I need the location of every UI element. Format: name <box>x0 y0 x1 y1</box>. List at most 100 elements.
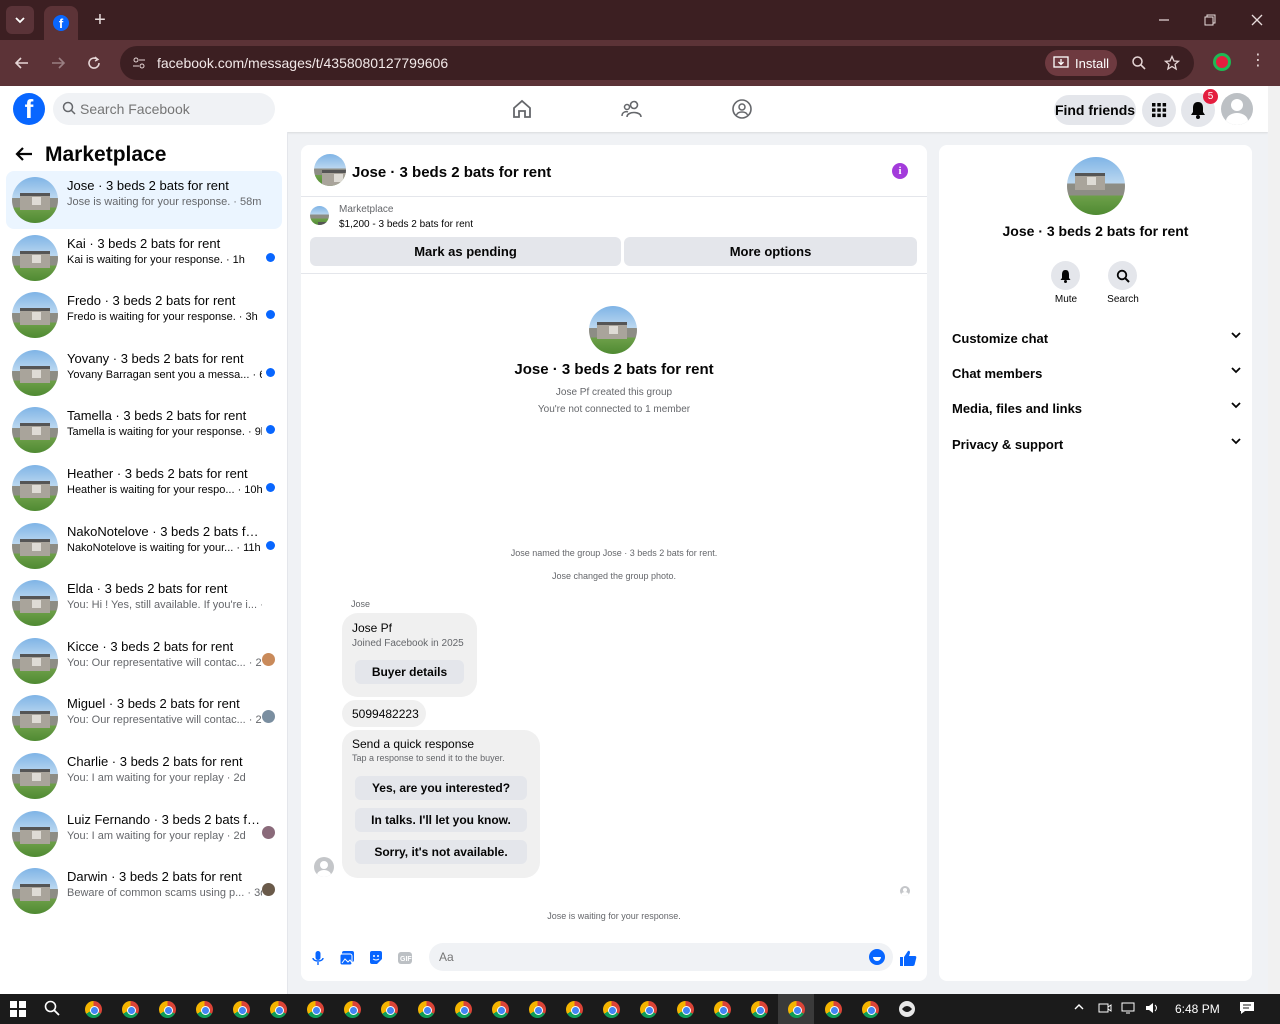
conversation-item[interactable]: Elda · 3 beds 2 bats for rent You: Hi ! Y… <box>6 574 282 632</box>
close-window-button[interactable] <box>1237 6 1277 34</box>
taskbar-chrome-icon[interactable] <box>674 998 696 1020</box>
taskbar-chrome-icon[interactable] <box>415 998 437 1020</box>
message-input[interactable] <box>439 943 859 971</box>
search-in-chat-button[interactable] <box>1108 261 1137 290</box>
taskbar-chrome-icon[interactable] <box>452 998 474 1020</box>
taskbar-chrome-icon[interactable] <box>304 998 326 1020</box>
group-photo[interactable] <box>589 306 637 354</box>
quick-response-option[interactable]: Yes, are you interested? <box>355 776 527 800</box>
conversation-item[interactable]: Kicce · 3 beds 2 bats for rent You: Our r… <box>6 632 282 690</box>
bookmark-star-icon[interactable] <box>1162 53 1182 73</box>
reload-button[interactable] <box>81 50 107 76</box>
tray-chevron-up-icon[interactable] <box>1073 1001 1085 1016</box>
conversation-item[interactable]: Luiz Fernando · 3 beds 2 bats fo... You: … <box>6 805 282 863</box>
privacy-support-section[interactable]: Privacy & support <box>952 434 1242 456</box>
taskbar-chrome-icon[interactable] <box>822 998 844 1020</box>
meet-now-icon[interactable] <box>1098 1001 1112 1018</box>
menu-grid-button[interactable] <box>1142 93 1176 127</box>
taskbar-chrome-icon[interactable] <box>378 998 400 1020</box>
friends-icon[interactable] <box>619 96 645 122</box>
more-options-button[interactable]: More options <box>624 237 917 266</box>
forward-button[interactable] <box>45 50 71 76</box>
taskbar-chrome-icon[interactable] <box>193 998 215 1020</box>
windows-start-icon[interactable] <box>10 1001 26 1017</box>
restore-button[interactable] <box>1190 6 1230 34</box>
taskbar-chrome-icon[interactable] <box>637 998 659 1020</box>
info-icon[interactable]: i <box>892 163 908 179</box>
browser-profile-avatar[interactable] <box>1213 53 1231 71</box>
message-composer[interactable] <box>429 943 893 971</box>
taskbar-search-icon[interactable] <box>44 1000 60 1020</box>
quick-response-option[interactable]: In talks. I'll let you know. <box>355 808 527 832</box>
listing-price-title[interactable]: $1,200 - 3 beds 2 bats for rent <box>339 219 473 230</box>
emoji-icon[interactable] <box>869 949 885 965</box>
conversation-item[interactable]: Charlie · 3 beds 2 bats for rent You: I a… <box>6 747 282 805</box>
conversation-item[interactable]: Tamella · 3 beds 2 bats for rent Tamella … <box>6 401 282 459</box>
conversation-item[interactable]: Miguel · 3 beds 2 bats for rent You: Our … <box>6 689 282 747</box>
media-files-links-section[interactable]: Media, files and links <box>952 398 1242 420</box>
sticker-icon[interactable] <box>367 949 385 967</box>
minimize-button[interactable] <box>1144 6 1184 34</box>
account-avatar[interactable] <box>1221 93 1253 125</box>
conversation-item[interactable]: Heather · 3 beds 2 bats for rent Heather … <box>6 459 282 517</box>
taskbar-chrome-icon[interactable] <box>489 998 511 1020</box>
mute-button[interactable] <box>1051 261 1080 290</box>
taskbar-chrome-icon[interactable] <box>341 998 363 1020</box>
taskbar-clock[interactable]: 6:48 PM <box>1175 1002 1220 1016</box>
browser-menu-icon[interactable]: ⋮ <box>1250 50 1266 70</box>
microphone-icon[interactable] <box>309 949 327 967</box>
home-icon[interactable] <box>509 96 535 122</box>
network-icon[interactable] <box>1121 1001 1137 1018</box>
notification-center-icon[interactable] <box>1239 1001 1255 1018</box>
conversation-item[interactable]: Kai · 3 beds 2 bats for rent Kai is waiti… <box>6 229 282 287</box>
install-app-button[interactable]: Install <box>1045 50 1117 76</box>
zoom-icon[interactable] <box>1129 53 1149 73</box>
taskbar-chrome-icon[interactable] <box>785 998 807 1020</box>
back-arrow-icon[interactable] <box>14 144 34 170</box>
taskbar-chrome-icon[interactable] <box>156 998 178 1020</box>
back-button[interactable] <box>9 50 35 76</box>
conversation-item[interactable]: NakoNotelove · 3 beds 2 bats for... NakoN… <box>6 517 282 575</box>
gif-icon[interactable]: GIF <box>396 949 414 967</box>
taskbar-app-icon[interactable] <box>896 998 918 1020</box>
volume-icon[interactable] <box>1145 1001 1161 1018</box>
taskbar-chrome-icon[interactable] <box>600 998 622 1020</box>
chat-avatar[interactable] <box>314 154 346 186</box>
browser-tab-facebook[interactable]: f <box>44 6 78 40</box>
taskbar-chrome-icon[interactable] <box>267 998 289 1020</box>
url-text[interactable]: facebook.com/messages/t/4358080127799606 <box>157 55 448 71</box>
photo-icon[interactable] <box>338 949 356 967</box>
new-tab-button[interactable]: + <box>88 8 112 32</box>
conversation-item[interactable]: Jose · 3 beds 2 bats for rent Jose is wai… <box>6 171 282 229</box>
search-input[interactable] <box>80 93 270 125</box>
chat-members-section[interactable]: Chat members <box>952 363 1242 385</box>
taskbar-chrome-icon[interactable] <box>526 998 548 1020</box>
chat-title[interactable]: Jose · 3 beds 2 bats for rent <box>352 164 551 181</box>
taskbar-chrome-icon[interactable] <box>563 998 585 1020</box>
customize-chat-section[interactable]: Customize chat <box>952 328 1242 350</box>
thumbs-up-icon[interactable] <box>899 949 917 967</box>
tab-search-button[interactable] <box>6 6 34 34</box>
taskbar-chrome-icon[interactable] <box>82 998 104 1020</box>
quick-response-option[interactable]: Sorry, it's not available. <box>355 840 527 864</box>
groups-icon[interactable] <box>729 96 755 122</box>
find-friends-button[interactable]: Find friends <box>1054 95 1136 125</box>
taskbar-chrome-icon[interactable] <box>119 998 141 1020</box>
taskbar-chrome-icon[interactable] <box>859 998 881 1020</box>
details-group-photo[interactable] <box>1067 157 1125 215</box>
conversation-item[interactable]: Fredo · 3 beds 2 bats for rent Fredo is w… <box>6 286 282 344</box>
listing-thumbnail[interactable] <box>310 206 329 225</box>
taskbar-chrome-icon[interactable] <box>748 998 770 1020</box>
buyer-details-button[interactable]: Buyer details <box>355 660 464 684</box>
taskbar-chrome-icon[interactable] <box>230 998 252 1020</box>
mark-as-pending-button[interactable]: Mark as pending <box>310 237 621 266</box>
conversation-item[interactable]: Darwin · 3 beds 2 bats for rent Beware of… <box>6 862 282 920</box>
facebook-search[interactable] <box>53 93 275 125</box>
taskbar-chrome-icon[interactable] <box>711 998 733 1020</box>
site-info-icon[interactable] <box>130 54 148 72</box>
sender-avatar[interactable] <box>314 857 334 877</box>
facebook-logo[interactable]: f <box>13 93 45 125</box>
page-scrollbar[interactable] <box>1268 86 1280 994</box>
conversation-item[interactable]: Yovany · 3 beds 2 bats for rent Yovany Ba… <box>6 344 282 402</box>
address-bar[interactable]: facebook.com/messages/t/4358080127799606… <box>120 46 1194 80</box>
